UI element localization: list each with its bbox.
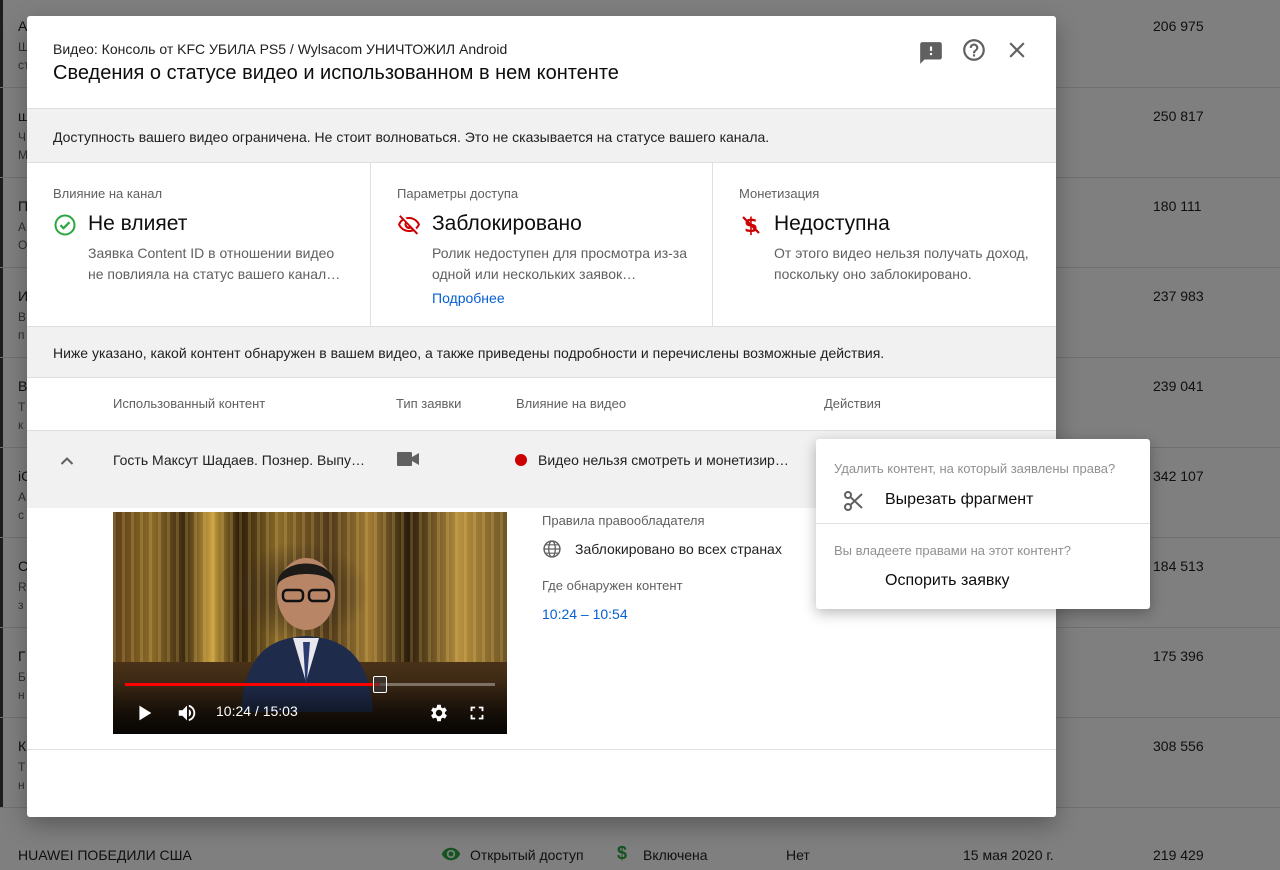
globe-icon: [542, 539, 562, 559]
claimed-content-title: Гость Максут Шадаев. Познер. Выпу…: [113, 452, 365, 468]
found-label: Где обнаружен контент: [542, 578, 683, 593]
help-icon[interactable]: [961, 37, 987, 63]
banner-text: Доступность вашего видео ограничена. Не …: [53, 129, 770, 145]
learn-more-link[interactable]: Подробнее: [432, 290, 505, 306]
menu-divider: [816, 523, 1150, 524]
column-header-impact: Влияние на видео: [516, 396, 627, 411]
scissors-icon: [842, 489, 866, 513]
copyright-status-dialog: Видео: Консоль от KFC УБИЛА PS5 / Wylsac…: [27, 16, 1056, 817]
card-label: Влияние на канал: [53, 186, 163, 201]
owner-rules-label: Правила правообладателя: [542, 513, 705, 528]
dialog-subtitle: Видео: Консоль от KFC УБИЛА PS5 / Wylsac…: [53, 41, 508, 57]
player-time: 10:24 / 15:03: [216, 703, 298, 719]
progress-handle[interactable]: [373, 676, 388, 693]
cut-fragment-menu-item[interactable]: Вырезать фрагмент: [816, 481, 1150, 521]
menu-question-remove: Удалить контент, на который заявлены пра…: [834, 461, 1116, 476]
feedback-icon[interactable]: [918, 40, 944, 66]
status-cards: Влияние на канал Не влияет Заявка Conten…: [27, 163, 1056, 327]
actions-menu: Удалить контент, на который заявлены пра…: [816, 439, 1150, 609]
card-value: Недоступна: [774, 212, 890, 235]
dialog-title: Сведения о статусе видео и использованно…: [53, 62, 619, 84]
progress-bar[interactable]: [125, 683, 495, 686]
status-dot: [515, 454, 527, 466]
card-value: Заблокировано: [432, 212, 582, 235]
card-description: От этого видео нельзя получать доход, по…: [774, 245, 1029, 282]
dollar-off-icon: $: [739, 213, 763, 237]
volume-icon[interactable]: [176, 702, 198, 724]
video-camera-icon: [397, 451, 419, 467]
fullscreen-icon[interactable]: [466, 702, 488, 724]
channel-impact-card: Влияние на канал Не влияет Заявка Conten…: [27, 163, 370, 327]
visibility-card: Параметры доступа Заблокировано Ролик не…: [370, 163, 713, 327]
banner-text: Ниже указано, какой контент обнаружен в …: [53, 345, 885, 361]
card-label: Параметры доступа: [397, 186, 519, 201]
play-icon[interactable]: [133, 702, 155, 724]
restriction-banner: Доступность вашего видео ограничена. Не …: [27, 108, 1056, 163]
dispute-claim-menu-item[interactable]: Оспорить заявку: [816, 562, 1150, 602]
dispute-claim-label: Оспорить заявку: [885, 572, 1010, 589]
content-banner: Ниже указано, какой контент обнаружен в …: [27, 326, 1056, 378]
divider: [27, 749, 1056, 750]
settings-gear-icon[interactable]: [428, 702, 450, 724]
close-icon[interactable]: [1004, 37, 1030, 63]
owner-rules-value: Заблокировано во всех странах: [575, 541, 782, 557]
found-timestamp-link[interactable]: 10:24 – 10:54: [542, 606, 628, 622]
column-header-claim-type: Тип заявки: [396, 396, 462, 411]
video-impact-text: Видео нельзя смотреть и монетизир…: [538, 452, 789, 468]
column-header-content: Использованный контент: [113, 396, 266, 411]
check-circle-icon: [53, 213, 77, 237]
column-header-actions: Действия: [824, 396, 881, 411]
card-value: Не влияет: [88, 212, 188, 235]
card-description: Ролик недоступен для просмотра из-за одн…: [432, 245, 687, 282]
monetization-card: Монетизация $ Недоступна От этого видео …: [713, 163, 1056, 327]
eye-off-icon: [397, 213, 421, 237]
progress-fill: [125, 683, 381, 686]
card-label: Монетизация: [739, 186, 820, 201]
menu-question-own: Вы владеете правами на этот контент?: [834, 543, 1071, 558]
card-description: Заявка Content ID в отношении видео не п…: [88, 245, 341, 282]
video-player[interactable]: 10:24 / 15:03: [113, 512, 507, 734]
cut-fragment-label: Вырезать фрагмент: [885, 491, 1034, 508]
chevron-up-icon[interactable]: [55, 449, 79, 473]
